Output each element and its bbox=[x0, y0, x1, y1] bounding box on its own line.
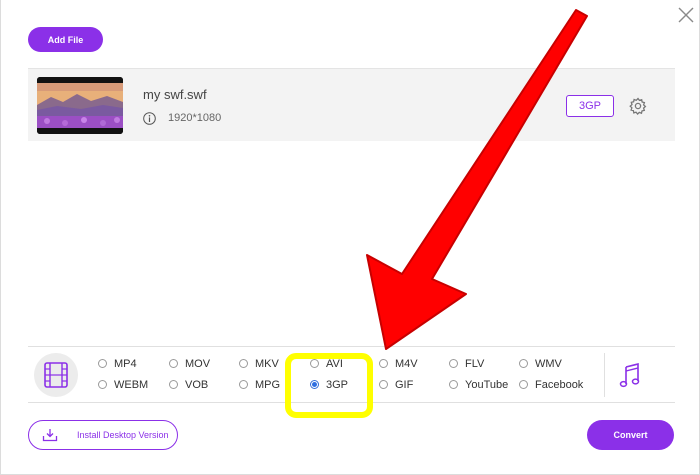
radio-button[interactable] bbox=[449, 359, 458, 368]
convert-button[interactable]: Convert bbox=[587, 420, 674, 450]
music-note-icon[interactable] bbox=[618, 361, 642, 389]
radio-button[interactable] bbox=[239, 380, 248, 389]
video-format-tab[interactable] bbox=[34, 353, 78, 397]
radio-button[interactable] bbox=[169, 380, 178, 389]
radio-button[interactable] bbox=[98, 380, 107, 389]
install-desktop-label: Install Desktop Version bbox=[77, 430, 169, 440]
radio-button[interactable] bbox=[239, 359, 248, 368]
panel-divider bbox=[604, 353, 605, 397]
file-row: my swf.swf 1920*1080 3GP bbox=[28, 68, 675, 141]
radio-button-selected[interactable] bbox=[310, 380, 319, 389]
radio-button[interactable] bbox=[379, 359, 388, 368]
radio-button[interactable] bbox=[310, 359, 319, 368]
radio-button[interactable] bbox=[98, 359, 107, 368]
add-file-button[interactable]: Add File bbox=[28, 27, 103, 52]
annotation-arrow bbox=[366, 9, 588, 350]
converter-window: Add File my swf.swf 1920*1080 3GP MP4 MO… bbox=[0, 0, 700, 475]
download-icon bbox=[42, 429, 58, 442]
close-icon[interactable] bbox=[677, 6, 695, 24]
radio-button[interactable] bbox=[449, 380, 458, 389]
radio-button[interactable] bbox=[519, 380, 528, 389]
output-format-button[interactable]: 3GP bbox=[566, 95, 614, 117]
file-name: my swf.swf bbox=[143, 87, 207, 102]
radio-button[interactable] bbox=[379, 380, 388, 389]
radio-button[interactable] bbox=[519, 359, 528, 368]
info-icon[interactable] bbox=[143, 112, 156, 125]
radio-button[interactable] bbox=[169, 359, 178, 368]
file-resolution: 1920*1080 bbox=[168, 112, 222, 124]
video-thumbnail bbox=[37, 77, 123, 134]
install-desktop-button[interactable]: Install Desktop Version bbox=[28, 420, 178, 450]
film-icon bbox=[44, 362, 68, 388]
gear-icon[interactable] bbox=[629, 97, 647, 115]
format-selector-panel: MP4 MOV MKV AVI M4V FLV WMV WEBM VOB MPG… bbox=[28, 346, 675, 403]
